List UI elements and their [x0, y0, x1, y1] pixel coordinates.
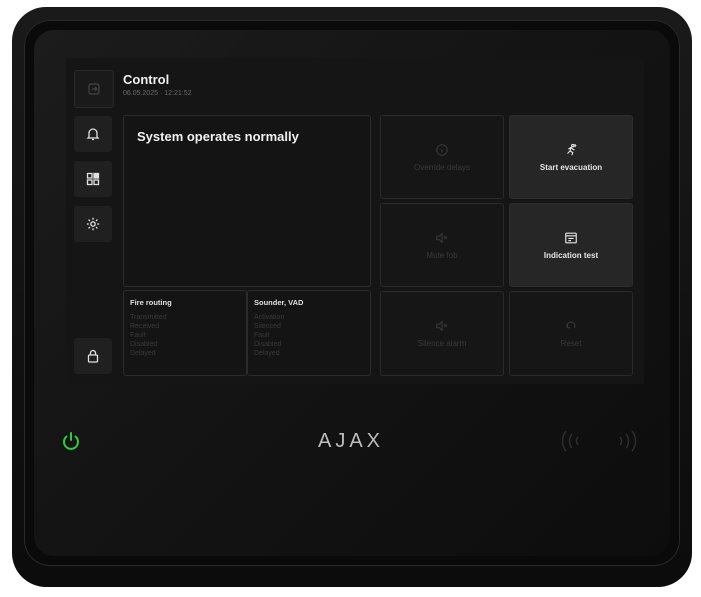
dashboard-button[interactable] [74, 161, 112, 197]
bell-icon [86, 128, 100, 141]
run-icon [567, 143, 577, 155]
nfc-icon [561, 430, 637, 452]
sounder-vad-item: Silenced [254, 323, 281, 330]
datetime: 06.05.2025 · 12:21:52 [123, 90, 192, 97]
override-delays-button[interactable]: Override delays [380, 115, 504, 199]
fire-routing-item: Received [130, 323, 160, 330]
fire-routing-panel: Fire routing Transmitted Received Fault … [123, 290, 247, 376]
indication-test-button[interactable]: Indication test [509, 203, 633, 287]
start-evacuation-label: Start evacuation [539, 162, 603, 172]
start-evacuation-button[interactable]: Start evacuation [509, 115, 633, 199]
info-icon [436, 143, 448, 156]
sounder-vad-item: Delayed [254, 350, 280, 357]
fire-routing-title: Fire routing [130, 298, 172, 307]
indication-test-label: Indication test [543, 250, 599, 260]
sounder-vad-item: Disabled [254, 341, 282, 348]
ajax-logo: AJAX [318, 430, 385, 452]
status-message: System operates normally [137, 129, 299, 144]
silence-alarm-button[interactable]: Silence alarm [380, 291, 504, 376]
settings-button[interactable] [74, 206, 112, 242]
silence-alarm-label: Silence alarm [417, 339, 467, 348]
reset-icon [566, 321, 576, 329]
fire-routing-item: Fault [130, 332, 146, 339]
sounder-vad-panel: Sounder, VAD Activation Silenced Fault D… [247, 290, 371, 376]
mute-fob-button[interactable]: Mute fob [380, 203, 504, 287]
reset-label: Reset [560, 339, 582, 348]
mute-fob-label: Mute fob [426, 250, 458, 260]
notifications-button[interactable] [74, 116, 112, 152]
fire-routing-item: Transmitted [130, 314, 167, 321]
status-panel: System operates normally [123, 115, 371, 287]
override-delays-label: Override delays [413, 162, 471, 172]
sounder-vad-item: Fault [254, 332, 270, 339]
nfc-reader [558, 428, 640, 454]
exit-button[interactable] [74, 70, 114, 108]
reset-button[interactable]: Reset [509, 291, 633, 376]
sounder-vad-title: Sounder, VAD [254, 298, 304, 307]
page-title: Control [123, 72, 170, 87]
lock-icon [87, 349, 99, 363]
test-icon [565, 232, 577, 243]
lock-button[interactable] [74, 338, 112, 374]
power-icon [63, 432, 79, 450]
exit-icon [88, 83, 100, 95]
grid-icon [86, 172, 100, 186]
fire-routing-item: Delayed [130, 350, 156, 357]
power-button[interactable] [60, 430, 82, 452]
touch-screen: Control 06.05.2025 · 12:21:52 System ope… [66, 58, 644, 384]
gear-icon [86, 217, 100, 231]
mute-icon [436, 320, 448, 332]
mute-icon [436, 231, 448, 244]
fire-routing-item: Disabled [130, 341, 158, 348]
sounder-vad-item: Activation [254, 314, 285, 321]
